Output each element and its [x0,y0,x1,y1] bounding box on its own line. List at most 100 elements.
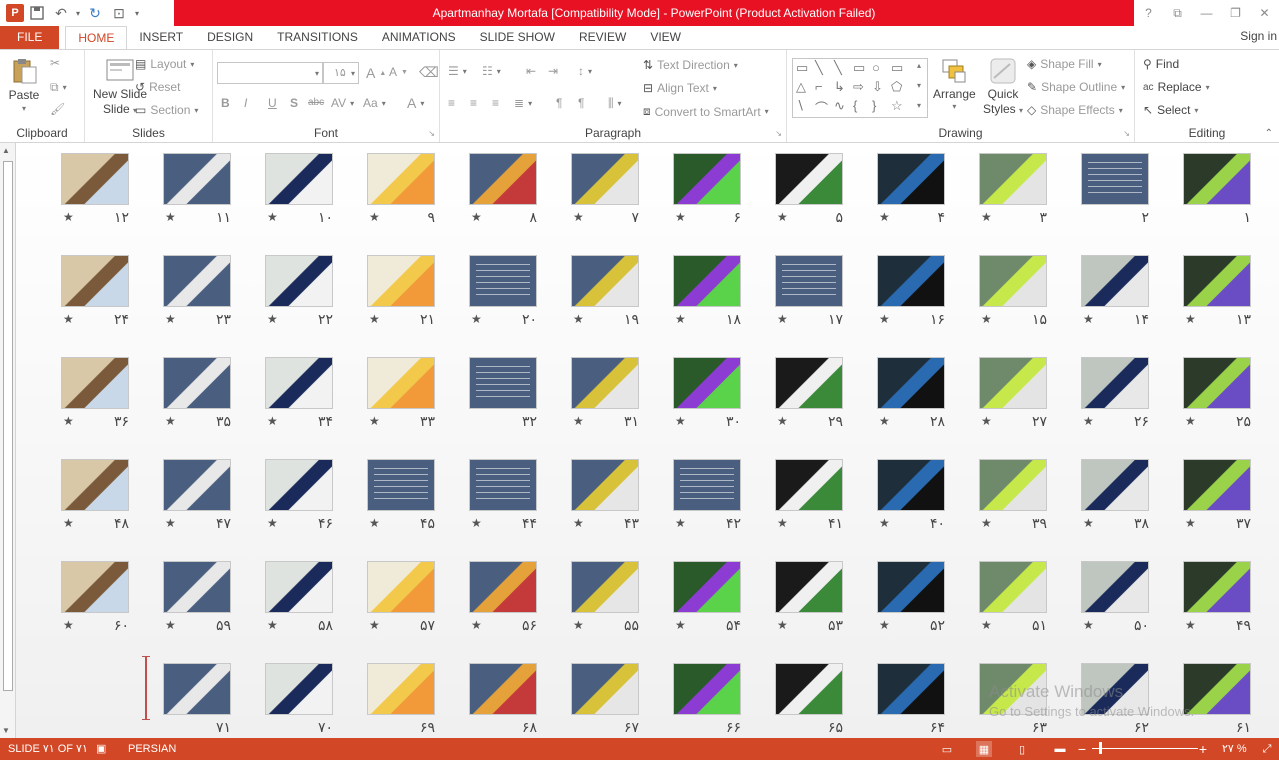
align-left-icon[interactable]: ≡ [448,96,455,110]
slide-thumbnail[interactable]: ★ ۳۸ [1081,459,1149,531]
transition-star-icon[interactable]: ★ [369,618,380,632]
bullets-icon[interactable]: ☰ ▾ [448,64,467,78]
transition-star-icon[interactable]: ★ [675,414,686,428]
ribbon-display-icon[interactable]: ⧉ [1163,0,1192,26]
increase-indent-icon[interactable]: ⇥ [548,64,558,78]
slide-preview[interactable] [367,255,435,307]
slide-preview[interactable] [1183,153,1251,205]
slide-thumbnail[interactable]: ★ ۳۶ [61,357,129,429]
slide-thumbnail[interactable]: ★ ۲۴ [61,255,129,327]
slide-preview[interactable] [469,153,537,205]
transition-star-icon[interactable]: ★ [981,516,992,530]
slide-thumbnail[interactable]: ★ ۴۹ [1183,561,1251,633]
transition-star-icon[interactable]: ★ [573,618,584,632]
undo-icon[interactable]: ↶ [50,2,72,24]
numbering-icon[interactable]: ☷ ▾ [482,64,501,78]
zoom-slider[interactable] [1092,748,1198,749]
section-button[interactable]: ▭ Section ▾ [135,103,198,117]
slide-thumbnail[interactable]: ★ ۴۵ [367,459,435,531]
zoom-level[interactable]: ۲۷ % [1222,738,1247,760]
transition-star-icon[interactable]: ★ [1083,312,1094,326]
slide-thumbnail[interactable]: ۶۷ [571,663,639,735]
transition-star-icon[interactable]: ★ [267,312,278,326]
slide-preview[interactable] [163,663,231,715]
slide-thumbnail[interactable]: ۱ [1183,153,1251,225]
columns-icon[interactable]: ⫼ ▾ [608,96,622,111]
slide-preview[interactable] [571,561,639,613]
slide-thumbnail[interactable]: ۶۶ [673,663,741,735]
slide-thumbnail[interactable]: ★ ۳۵ [163,357,231,429]
slide-thumbnail[interactable]: ۶۹ [367,663,435,735]
slide-thumbnail[interactable]: ۷۱ [163,663,231,735]
slide-thumbnail[interactable]: ★ ۲۵ [1183,357,1251,429]
quick-styles-button[interactable]: Quick Styles ▾ [983,56,1023,116]
ltr-icon[interactable]: ¶ [578,96,584,110]
justify-icon[interactable]: ≣ ▾ [514,96,532,110]
slide-preview[interactable] [673,357,741,409]
shapes-gallery[interactable]: ▭ ╲ ╲ ▭ ○ ▭ △ ⌐ ↳ ⇨ ⇩ ⬠ ∖ ⌒ ∿{} ☆ ▴ ▾ ▾ [792,58,928,118]
slide-preview[interactable] [469,255,537,307]
transition-star-icon[interactable]: ★ [471,516,482,530]
slide-preview[interactable] [673,459,741,511]
slide-preview[interactable] [775,459,843,511]
slide-thumbnail[interactable]: ★ ۲۹ [775,357,843,429]
slide-thumbnail[interactable]: ★ ۵۴ [673,561,741,633]
tab-file[interactable]: FILE [0,26,60,50]
transition-star-icon[interactable]: ★ [777,414,788,428]
slide-thumbnail[interactable]: ★ ۱۳ [1183,255,1251,327]
slide-sorter-view-icon[interactable]: ▦ [976,741,992,757]
slide-preview[interactable] [367,561,435,613]
decrease-indent-icon[interactable]: ⇤ [526,64,536,78]
grow-font-icon[interactable]: A ▲ [366,65,386,81]
slide-thumbnail[interactable]: ★ ۲۸ [877,357,945,429]
slide-preview[interactable] [673,153,741,205]
slide-preview[interactable] [265,459,333,511]
transition-star-icon[interactable]: ★ [879,516,890,530]
transition-star-icon[interactable]: ★ [1185,414,1196,428]
slide-preview[interactable] [877,459,945,511]
transition-star-icon[interactable]: ★ [165,210,176,224]
transition-star-icon[interactable]: ★ [369,516,380,530]
slide-thumbnail[interactable]: ★ ۳۴ [265,357,333,429]
transition-star-icon[interactable]: ★ [1083,414,1094,428]
transition-star-icon[interactable]: ★ [471,312,482,326]
transition-star-icon[interactable]: ★ [471,618,482,632]
transition-star-icon[interactable]: ★ [675,312,686,326]
transition-star-icon[interactable]: ★ [879,312,890,326]
slide-preview[interactable] [775,663,843,715]
cut-icon[interactable]: ✂ [50,56,60,70]
transition-star-icon[interactable]: ★ [675,618,686,632]
transition-star-icon[interactable]: ★ [63,210,74,224]
tab-transitions[interactable]: TRANSITIONS [265,26,370,50]
close-icon[interactable]: ✕ [1250,0,1279,26]
transition-star-icon[interactable]: ★ [879,210,890,224]
slideshow-icon[interactable]: ⊡ [108,2,130,24]
bold-button[interactable]: B [221,96,230,110]
slide-thumbnail[interactable]: ★ ۵۶ [469,561,537,633]
scroll-down-icon[interactable]: ▼ [2,726,10,735]
align-center-icon[interactable]: ≡ [470,96,477,110]
slide-preview[interactable] [571,459,639,511]
dropdown-chevron-icon[interactable]: ▾ [74,2,82,24]
slide-preview[interactable] [163,459,231,511]
language-indicator[interactable]: PERSIAN [128,738,176,760]
scroll-up-icon[interactable]: ▲ [2,146,10,155]
slide-preview[interactable] [979,255,1047,307]
reset-button[interactable]: ↺ Reset [135,80,180,94]
slide-preview[interactable] [1081,357,1149,409]
slide-thumbnail[interactable]: ★ ۱۸ [673,255,741,327]
slide-thumbnail[interactable]: ★ ۳ [979,153,1047,225]
redo-icon[interactable]: ↻ [84,2,106,24]
dialog-launcher-icon[interactable]: ↘ [1123,129,1130,138]
slide-preview[interactable] [163,357,231,409]
slide-preview[interactable] [571,153,639,205]
slide-thumbnail[interactable]: ★ ۵۵ [571,561,639,633]
shadow-button[interactable]: S [290,96,298,110]
transition-star-icon[interactable]: ★ [879,618,890,632]
align-right-icon[interactable]: ≡ [492,96,499,110]
slide-thumbnail[interactable]: ★ ۲۳ [163,255,231,327]
scrollbar-thumb[interactable] [3,161,13,691]
align-text-button[interactable]: ⊟ Align Text ▾ [643,81,717,95]
slide-preview[interactable] [367,357,435,409]
slide-thumbnail[interactable]: ۳۲ [469,357,537,429]
